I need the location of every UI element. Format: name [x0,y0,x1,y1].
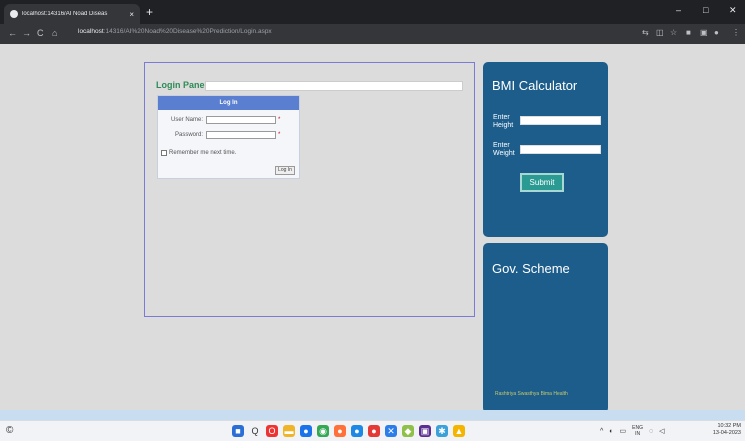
username-row: User Name: * [158,116,280,124]
new-tab-button[interactable]: + [146,4,153,20]
globe-icon [10,10,18,18]
url-field[interactable]: localhost:14316/AI%20Noad%20Disease%20Pr… [78,28,272,35]
login-form-header: Log In [158,96,299,110]
vscode-icon[interactable]: ✕ [385,425,397,437]
remember-me-checkbox[interactable] [161,150,167,156]
clock-date: 13-04-2023 [712,430,741,436]
height-input[interactable] [520,116,601,125]
paint-icon[interactable]: ▲ [453,425,465,437]
maximize-button[interactable]: □ [703,5,708,15]
weather-icon[interactable]: © [6,425,13,436]
bmi-title: BMI Calculator [492,78,578,93]
weight-input[interactable] [520,145,601,154]
visual-studio-icon[interactable]: ▣ [419,425,431,437]
page-content: Login Panel Log In User Name: * Password… [0,44,745,413]
start-icon[interactable]: ■ [232,425,244,437]
keyboard-icon[interactable]: ▭ [620,427,627,435]
remember-me-label: Remember me next time. [169,150,237,156]
gov-scheme-title: Gov. Scheme [492,261,570,276]
app-icon[interactable]: ● [351,425,363,437]
weight-label: Enter Weight [493,142,515,158]
settings-icon[interactable]: ✱ [436,425,448,437]
edge-icon[interactable]: ● [300,425,312,437]
chrome-icon[interactable]: ◉ [317,425,329,437]
clock[interactable]: 10:32 PM 13-04-2023 [713,423,741,437]
address-bar: ← → C ⌂ localhost:14316/AI%20Noad%20Dise… [0,24,745,44]
star-icon[interactable]: ☆ [670,28,677,37]
bmi-calculator-card: BMI Calculator Enter Height Enter Weight… [483,62,608,237]
password-label: Password: [174,132,203,138]
username-required-mark: * [278,117,281,123]
gov-scheme-link[interactable]: Rashtriya Swasthya Bima Health [495,391,568,397]
password-required-mark: * [278,132,281,138]
menu-icon[interactable]: ⋮ [732,28,740,37]
tab-title: localhost:14316/AI Noad Diseas [22,11,108,17]
android-icon[interactable]: ◆ [402,425,414,437]
minimize-button[interactable]: – [676,5,681,15]
bmi-submit-button[interactable]: Submit [520,173,564,192]
username-label: User Name: [170,117,203,123]
clock-time: 10:32 PM [717,423,741,429]
language-indicator[interactable]: ENG IN [632,425,643,437]
taskbar: © ■ Q O ▬ ● ◉ ● ● ● ✕ ◆ ▣ ✱ ▲ ^ ◐ ▭ ENG … [0,420,745,441]
reload-button[interactable]: C [37,28,44,38]
weight-label-line2: Weight [493,150,515,157]
height-label-line1: Enter [493,114,510,121]
url-path: :14316/AI%20Noad%20Disease%20Prediction/… [103,28,272,35]
sidepanel-icon[interactable]: ▣ [700,28,708,37]
opera-icon[interactable]: O [266,425,278,437]
page-footer-strip [0,410,745,420]
browser-tabbar: localhost:14316/AI Noad Diseas × + – □ ✕ [0,0,745,24]
taskbar-apps: ■ Q O ▬ ● ◉ ● ● ● ✕ ◆ ▣ ✱ ▲ [232,425,465,437]
share-icon[interactable]: ⇆ [642,28,649,37]
login-panel-title: Login Panel [156,80,208,90]
login-button[interactable]: Log In [275,166,295,175]
media-icon[interactable]: ● [368,425,380,437]
language-region: IN [635,431,641,437]
weight-label-line1: Enter [493,142,510,149]
network-icon[interactable]: ◐ [609,428,613,435]
firefox-icon[interactable]: ● [334,425,346,437]
login-panel-title-bar [205,81,463,91]
remember-me-row: Remember me next time. [161,150,236,156]
close-tab-icon[interactable]: × [129,10,134,19]
height-label-line2: Height [493,122,514,129]
translate-icon[interactable]: ◫ [656,28,664,37]
password-input[interactable] [206,131,276,139]
close-window-button[interactable]: ✕ [729,5,737,16]
back-button[interactable]: ← [8,28,17,38]
main-content-frame: Login Panel Log In User Name: * Password… [144,62,475,317]
username-input[interactable] [206,116,276,124]
login-form: Log In User Name: * Password: * Remember… [157,95,300,179]
wifi-icon[interactable]: ◌ [649,428,653,435]
profile-icon[interactable]: ● [714,28,719,37]
home-button[interactable]: ⌂ [52,28,57,38]
forward-button[interactable]: → [22,28,31,38]
height-label: Enter Height [493,114,513,130]
system-tray: ^ ◐ ▭ ENG IN ◌ ◁ [600,425,665,437]
file-explorer-icon[interactable]: ▬ [283,425,295,437]
search-icon[interactable]: Q [249,425,261,437]
password-row: Password: * [158,131,280,139]
volume-icon[interactable]: ◁ [659,427,664,435]
chevron-up-icon[interactable]: ^ [600,428,603,435]
gov-scheme-card: Gov. Scheme Rashtriya Swasthya Bima Heal… [483,243,608,413]
url-host: localhost [78,28,104,35]
browser-tab[interactable]: localhost:14316/AI Noad Diseas × [4,4,140,24]
extension-icon[interactable]: ■ [686,28,691,37]
